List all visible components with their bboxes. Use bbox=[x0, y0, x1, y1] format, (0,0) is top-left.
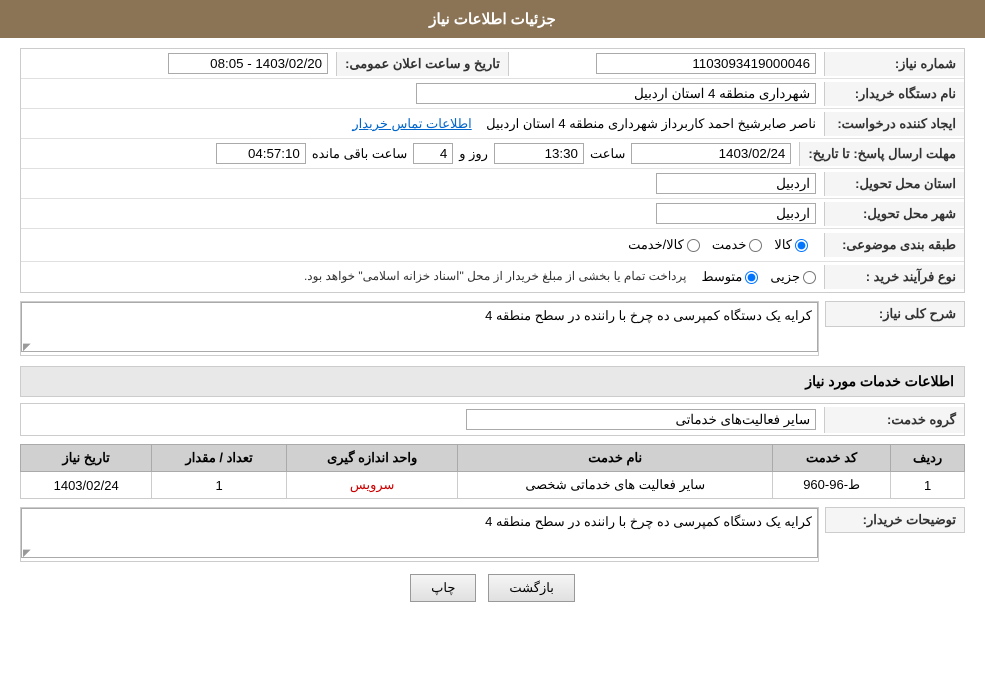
service-group-label: گروه خدمت: bbox=[824, 407, 964, 433]
category-radio-khedmat[interactable] bbox=[749, 239, 762, 252]
category-option-kala-khedmat[interactable]: کالا/خدمت bbox=[628, 237, 700, 253]
category-row: طبقه بندی موضوعی: کالا خدمت bbox=[21, 229, 964, 262]
delivery-province-label: استان محل تحویل: bbox=[824, 172, 964, 196]
response-remaining-input[interactable] bbox=[216, 143, 306, 164]
response-date-input[interactable] bbox=[631, 143, 791, 164]
category-radio-both[interactable] bbox=[687, 239, 700, 252]
process-type-label: نوع فرآیند خرید : bbox=[824, 265, 964, 289]
process-option-motavaset[interactable]: متوسط bbox=[701, 269, 758, 285]
need-number-value bbox=[509, 49, 824, 78]
process-radio-jozi[interactable] bbox=[803, 271, 816, 284]
response-days-input[interactable] bbox=[413, 143, 453, 164]
delivery-city-input[interactable] bbox=[656, 203, 816, 224]
response-deadline-label: مهلت ارسال پاسخ: تا تاریخ: bbox=[799, 142, 964, 166]
delivery-city-label: شهر محل تحویل: bbox=[824, 202, 964, 226]
need-description-label: شرح کلی نیاز: bbox=[825, 301, 965, 327]
need-description-textarea[interactable]: کرایه یک دستگاه کمپرسی ده چرخ با راننده … bbox=[21, 302, 818, 352]
response-days-label: روز و bbox=[459, 146, 488, 162]
process-option-jozi[interactable]: جزیی bbox=[770, 269, 816, 285]
service-group-value bbox=[21, 404, 824, 435]
need-description-section: شرح کلی نیاز: کرایه یک دستگاه کمپرسی ده … bbox=[20, 301, 965, 356]
buyer-org-value bbox=[21, 79, 824, 108]
announcement-label: تاریخ و ساعت اعلان عمومی: bbox=[336, 52, 509, 76]
cell-service-name: سایر فعالیت های خدماتی شخصی bbox=[458, 472, 773, 499]
buyer-desc-section: توضیحات خریدار: کرایه یک دستگاه کمپرسی د… bbox=[20, 507, 965, 562]
category-option-kala[interactable]: کالا bbox=[774, 237, 808, 253]
delivery-province-value bbox=[21, 169, 824, 198]
response-deadline-row: مهلت ارسال پاسخ: تا تاریخ: ساعت روز و سا… bbox=[21, 139, 964, 169]
process-radio-motavaset[interactable] bbox=[745, 271, 758, 284]
col-unit: واحد اندازه گیری bbox=[286, 445, 457, 472]
delivery-province-row: استان محل تحویل: bbox=[21, 169, 964, 199]
cell-unit: سرویس bbox=[286, 472, 457, 499]
need-description-container: کرایه یک دستگاه کمپرسی ده چرخ با راننده … bbox=[20, 301, 819, 356]
need-number-label: شماره نیاز: bbox=[824, 52, 964, 76]
category-radio-kala[interactable] bbox=[795, 239, 808, 252]
buyer-desc-label: توضیحات خریدار: bbox=[825, 507, 965, 533]
creator-label: ایجاد کننده درخواست: bbox=[824, 112, 964, 136]
col-quantity: تعداد / مقدار bbox=[152, 445, 287, 472]
back-button[interactable]: بازگشت bbox=[488, 574, 574, 602]
response-deadline-value: ساعت روز و ساعت باقی مانده bbox=[21, 139, 799, 168]
col-date: تاریخ نیاز bbox=[21, 445, 152, 472]
print-button[interactable]: چاپ bbox=[410, 574, 476, 602]
services-table: ردیف کد خدمت نام خدمت واحد اندازه گیری ت… bbox=[20, 444, 965, 499]
services-info-title: اطلاعات خدمات مورد نیاز bbox=[20, 366, 965, 397]
creator-row: ایجاد کننده درخواست: ناصر صابرشیخ احمد ک… bbox=[21, 109, 964, 139]
category-label: طبقه بندی موضوعی: bbox=[824, 233, 964, 257]
category-value: کالا خدمت کالا/خدمت bbox=[21, 229, 824, 261]
delivery-city-row: شهر محل تحویل: bbox=[21, 199, 964, 229]
delivery-province-input[interactable] bbox=[656, 173, 816, 194]
buttons-row: بازگشت چاپ bbox=[20, 574, 965, 602]
table-header-row: ردیف کد خدمت نام خدمت واحد اندازه گیری ت… bbox=[21, 445, 965, 472]
cell-quantity: 1 bbox=[152, 472, 287, 499]
service-group-input[interactable] bbox=[466, 409, 816, 430]
top-info-section: شماره نیاز: تاریخ و ساعت اعلان عمومی: نا… bbox=[20, 48, 965, 293]
page-title: جزئیات اطلاعات نیاز bbox=[429, 11, 556, 28]
response-time-input[interactable] bbox=[494, 143, 584, 164]
process-type-row: نوع فرآیند خرید : جزیی متوسط bbox=[21, 262, 964, 292]
creator-text: ناصر صابرشیخ احمد کاربرداز شهرداری منطقه… bbox=[486, 116, 816, 131]
category-option-khedmat[interactable]: خدمت bbox=[712, 237, 763, 253]
creator-value: ناصر صابرشیخ احمد کاربرداز شهرداری منطقه… bbox=[21, 112, 824, 136]
process-note: پرداخت تمام یا بخشی از مبلغ خریدار از مح… bbox=[304, 269, 687, 283]
need-number-row: شماره نیاز: تاریخ و ساعت اعلان عمومی: bbox=[21, 49, 964, 79]
process-type-value: جزیی متوسط پرداخت تمام یا بخشی از مبلغ خ… bbox=[21, 265, 824, 289]
cell-service-code: ط-96-960 bbox=[773, 472, 891, 499]
services-table-section: ردیف کد خدمت نام خدمت واحد اندازه گیری ت… bbox=[20, 444, 965, 499]
col-service-name: نام خدمت bbox=[458, 445, 773, 472]
need-number-input[interactable] bbox=[596, 53, 816, 74]
response-remaining-label: ساعت باقی مانده bbox=[312, 146, 407, 162]
response-time-label: ساعت bbox=[590, 146, 625, 162]
buyer-org-input[interactable] bbox=[416, 83, 816, 104]
buyer-desc-textarea[interactable]: کرایه یک دستگاه کمپرسی ده چرخ با راننده … bbox=[21, 508, 818, 558]
delivery-city-value bbox=[21, 199, 824, 228]
announcement-value bbox=[21, 49, 336, 78]
table-row: 1 ط-96-960 سایر فعالیت های خدماتی شخصی س… bbox=[21, 472, 965, 499]
buyer-org-label: نام دستگاه خریدار: bbox=[824, 82, 964, 106]
contact-info-link[interactable]: اطلاعات تماس خریدار bbox=[352, 116, 471, 131]
col-service-code: کد خدمت bbox=[773, 445, 891, 472]
announcement-input[interactable] bbox=[168, 53, 328, 74]
cell-row-num: 1 bbox=[891, 472, 965, 499]
buyer-desc-container: کرایه یک دستگاه کمپرسی ده چرخ با راننده … bbox=[20, 507, 819, 562]
service-group-row: گروه خدمت: bbox=[20, 403, 965, 436]
page-container: جزئیات اطلاعات نیاز شماره نیاز: تاریخ و … bbox=[0, 0, 985, 691]
col-row-num: ردیف bbox=[891, 445, 965, 472]
cell-date: 1403/02/24 bbox=[21, 472, 152, 499]
page-header: جزئیات اطلاعات نیاز bbox=[0, 0, 985, 38]
buyer-org-row: نام دستگاه خریدار: bbox=[21, 79, 964, 109]
main-content: شماره نیاز: تاریخ و ساعت اعلان عمومی: نا… bbox=[0, 38, 985, 622]
